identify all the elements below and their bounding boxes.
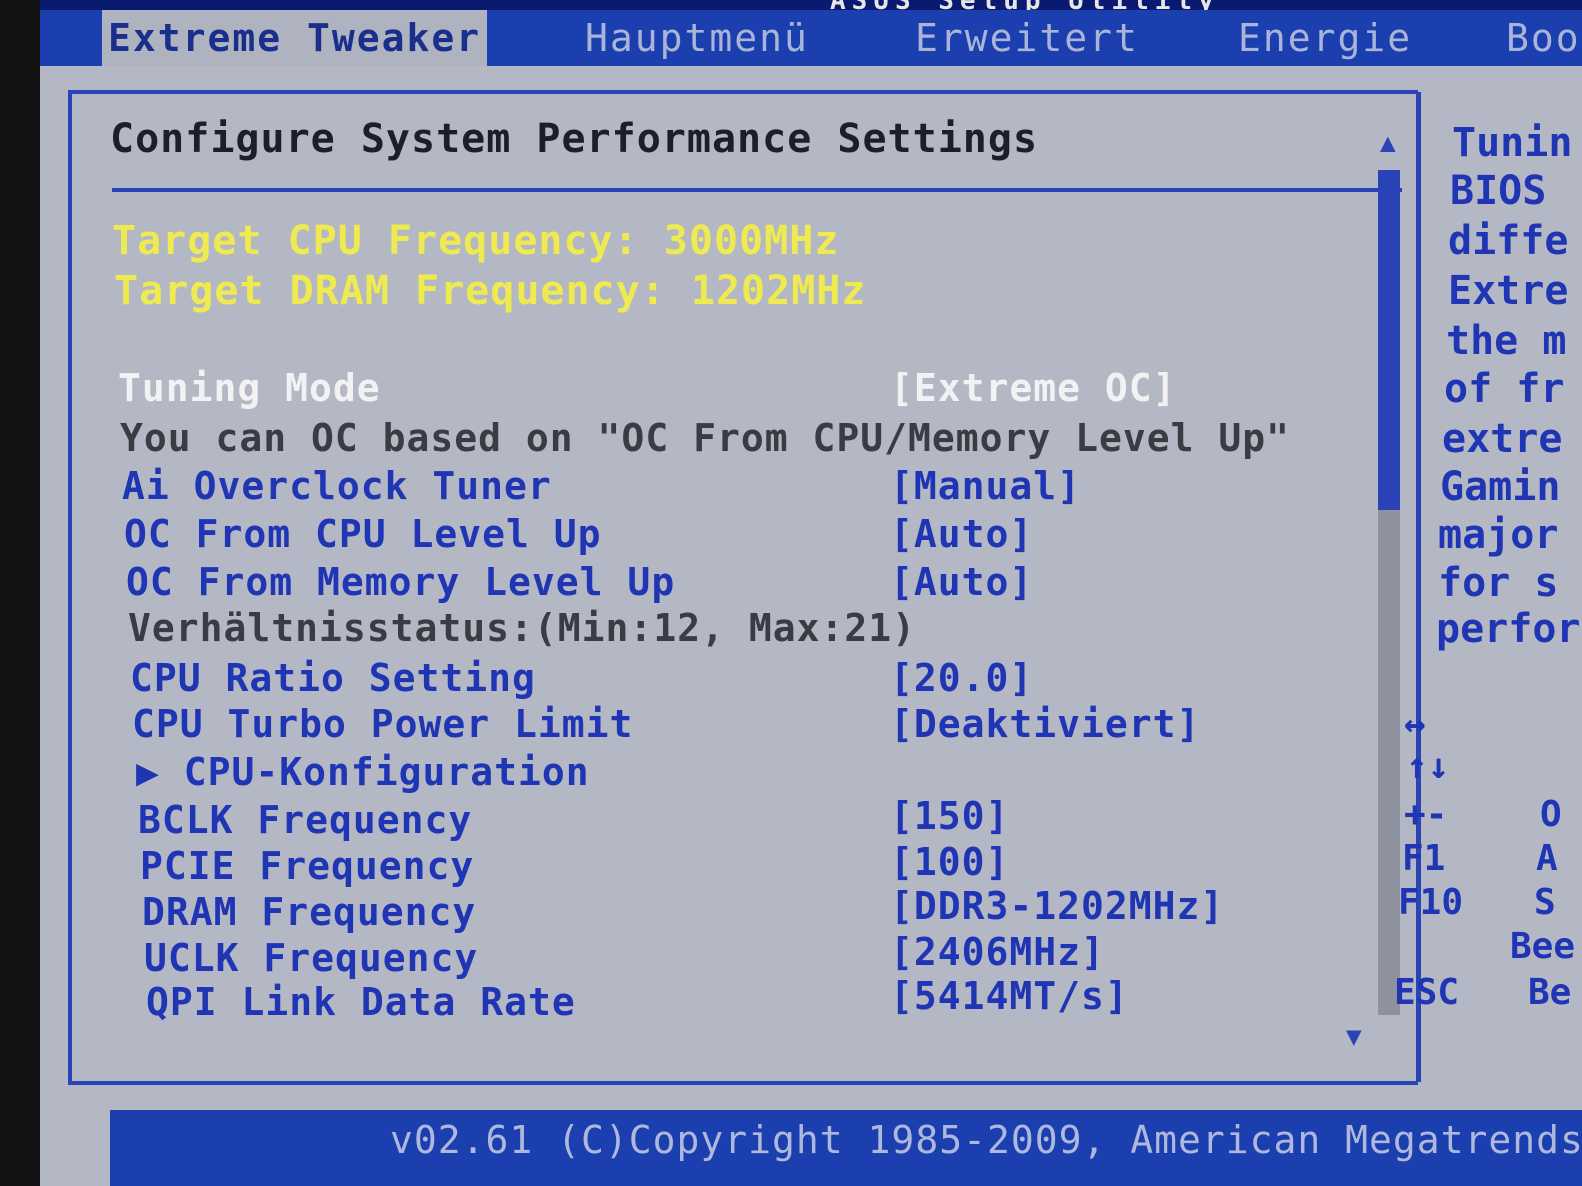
oc-from-memory-level-up-option[interactable]: OC From Memory Level Up [126,560,675,604]
help-line: major [1438,512,1559,558]
help-line: Extre [1448,268,1569,314]
f1-key: F1 [1402,838,1446,879]
scrollbar-thumb[interactable] [1378,170,1400,510]
left-right-arrows-icon: ↔ [1404,704,1426,745]
oc-from-cpu-level-up-value[interactable]: [Auto] [890,512,1033,556]
oc-hint-text: You can OC based on "OC From CPU/Memory … [120,416,1291,460]
f1-key-desc: A [1536,838,1558,879]
ratio-status-text: Verhältnisstatus:(Min:12, Max:21) [128,606,916,650]
scrollbar[interactable] [1378,170,1400,1015]
help-divider [1416,92,1421,1082]
esc-key: ESC [1394,972,1460,1013]
tab-erweitert[interactable]: Erweitert [915,10,1139,66]
esc-key-desc: Be [1528,972,1572,1013]
heading-divider [112,188,1402,192]
uclk-frequency-option[interactable]: UCLK Frequency [144,936,478,980]
f10-key-desc-line2: Bee [1510,926,1576,967]
help-line: Gamin [1440,464,1561,510]
tab-extreme-tweaker[interactable]: Extreme Tweaker [102,10,488,66]
dram-frequency-value[interactable]: [DDR3-1202MHz] [890,884,1224,928]
tab-boot[interactable]: Boo [1506,10,1581,66]
help-line: of fr [1444,366,1565,412]
dram-frequency-option[interactable]: DRAM Frequency [142,890,476,934]
tab-energie[interactable]: Energie [1238,10,1412,66]
tuning-mode-label: Tuning Mode [118,366,381,410]
f10-key: F10 [1398,882,1464,923]
cpu-ratio-setting-option[interactable]: CPU Ratio Setting [130,656,536,700]
pcie-frequency-option[interactable]: PCIE Frequency [140,844,474,888]
cpu-configuration-submenu[interactable]: ▶ CPU-Konfiguration [136,750,590,794]
copyright-text: v02.61 (C)Copyright 1985-2009, American … [390,1118,1582,1162]
target-cpu-frequency: Target CPU Frequency: 3000MHz [112,218,840,264]
tab-hauptmenue[interactable]: Hauptmenü [585,10,809,66]
bios-screen: ASUS Setup Utility Extreme Tweaker Haupt… [40,0,1582,1186]
f10-key-desc: S [1534,882,1556,923]
top-strip [40,0,1582,10]
ai-overclock-tuner-option[interactable]: Ai Overclock Tuner [122,464,552,508]
up-down-arrows-icon: ↑↓ [1406,746,1450,787]
help-line: for s [1438,560,1559,606]
cpu-turbo-power-limit-value[interactable]: [Deaktiviert] [890,702,1200,746]
help-line: diffe [1448,218,1569,264]
cpu-turbo-power-limit-option[interactable]: CPU Turbo Power Limit [132,702,633,746]
bclk-frequency-value[interactable]: [150] [890,794,1009,838]
qpi-link-data-rate-value[interactable]: [5414MT/s] [890,974,1129,1018]
bclk-frequency-option[interactable]: BCLK Frequency [138,798,472,842]
cpu-ratio-setting-value[interactable]: [20.0] [890,656,1033,700]
scroll-down-arrow-icon[interactable]: ▼ [1346,1022,1362,1052]
help-line: perfor [1436,606,1581,652]
target-dram-frequency: Target DRAM Frequency: 1202MHz [114,268,867,314]
plus-minus-key-desc: O [1540,794,1562,835]
ai-overclock-tuner-value[interactable]: [Manual] [890,464,1081,508]
help-line: extre [1442,416,1563,462]
plus-minus-key: +- [1404,794,1448,835]
oc-from-cpu-level-up-option[interactable]: OC From CPU Level Up [124,512,602,556]
scroll-up-arrow-icon[interactable]: ▲ [1380,128,1396,158]
page-title: Configure System Performance Settings [110,116,1039,162]
uclk-frequency-value[interactable]: [2406MHz] [890,930,1105,974]
footer-bar: v02.61 (C)Copyright 1985-2009, American … [110,1110,1582,1186]
pcie-frequency-value[interactable]: [100] [890,840,1009,884]
qpi-link-data-rate-option[interactable]: QPI Link Data Rate [146,980,576,1024]
menu-bar: Extreme Tweaker Hauptmenü Erweitert Ener… [40,10,1582,66]
oc-from-memory-level-up-value[interactable]: [Auto] [890,560,1033,604]
help-line: BIOS [1450,168,1547,214]
help-line: the m [1446,318,1567,364]
help-line: Tunin [1452,120,1573,166]
tuning-mode-value: [Extreme OC] [890,366,1177,410]
